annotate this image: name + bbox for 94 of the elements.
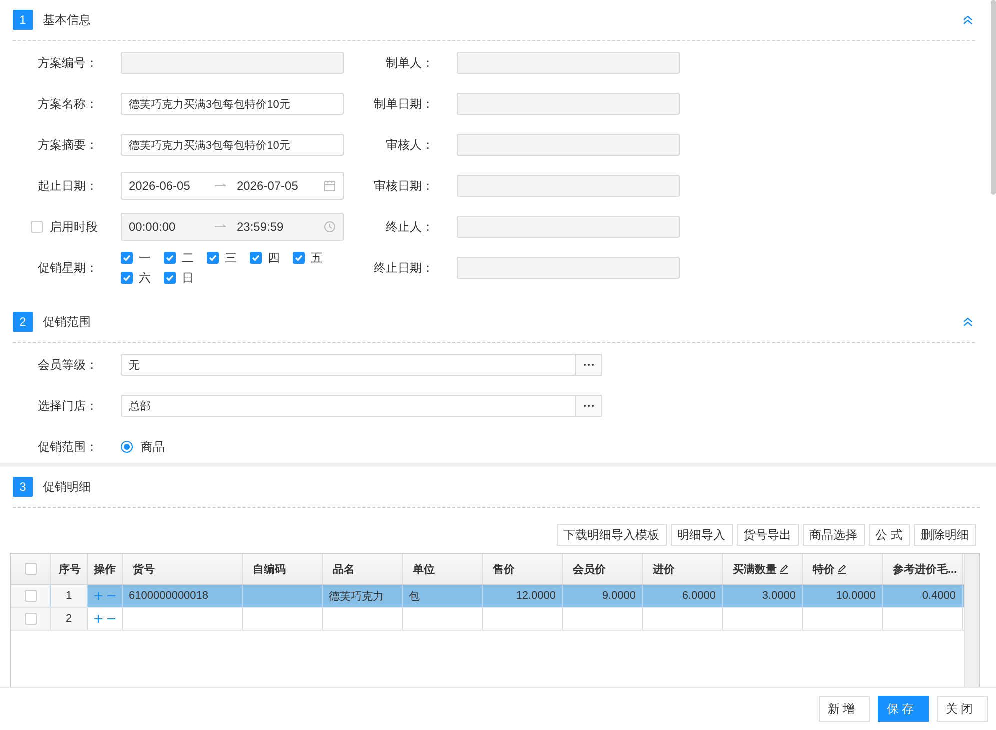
checkbox-label: 五 (311, 250, 323, 266)
scrollbar-thumb[interactable] (991, 0, 996, 195)
more-button[interactable] (576, 395, 602, 417)
column-header[interactable]: 序号 (51, 554, 88, 584)
field-label: 会员等级： (38, 356, 98, 374)
table-cell: 6.0000 (682, 590, 716, 602)
section-title: 基本信息 (43, 12, 91, 28)
footer-button[interactable]: 新增 (819, 696, 870, 722)
text-field[interactable]: 德芙巧克力买满3包每包特价10元 (121, 93, 344, 115)
collapse-icon[interactable] (963, 15, 973, 25)
checkbox-label: 三 (225, 250, 237, 266)
table-cell-text: 德芙巧克力 (329, 590, 384, 604)
field-label: 制单人： (386, 54, 434, 72)
column-header[interactable]: 参考进价毛... (883, 554, 963, 584)
table-cell: 0.4000 (922, 590, 956, 602)
checkbox[interactable] (24, 590, 36, 602)
field-label: 起止日期： (38, 178, 98, 194)
column-header[interactable]: 售价 (483, 554, 563, 584)
more-icon (582, 363, 594, 367)
toolbar-button[interactable]: 公 式 (868, 524, 910, 546)
checkbox[interactable] (24, 613, 36, 625)
field-label: 方案名称： (38, 96, 98, 112)
pencil-icon (779, 564, 789, 574)
clock-icon[interactable] (324, 221, 336, 233)
column-header[interactable]: 品名 (323, 554, 403, 584)
field-label: 审核日期： (374, 178, 434, 194)
more-button[interactable] (576, 354, 602, 376)
toolbar-button[interactable]: 下载明细导入模板 (556, 524, 667, 546)
plus-icon[interactable] (94, 614, 103, 624)
column-header[interactable]: 操作 (88, 554, 123, 584)
time-range-field[interactable]: 00:00:00 23:59:59 (121, 213, 344, 241)
arrow-icon (215, 183, 227, 189)
checkbox[interactable] (250, 252, 262, 264)
text-field[interactable]: 总部 (121, 395, 576, 417)
scrollbar[interactable] (964, 554, 979, 687)
checkbox-label: 日 (182, 270, 194, 286)
table-cell: 1 (66, 590, 72, 602)
field-label: 启用时段 (50, 218, 98, 236)
column-header[interactable]: 自编码 (243, 554, 323, 584)
collapse-icon[interactable] (963, 317, 973, 327)
radio-button[interactable] (121, 441, 133, 453)
checkbox[interactable] (164, 252, 176, 264)
section-title: 促销范围 (43, 314, 91, 330)
checkbox[interactable] (24, 563, 36, 575)
field-label: 促销范围： (38, 438, 98, 456)
table-cell: 2 (66, 613, 72, 625)
section-number: 1 (13, 10, 33, 30)
table-cell-text: 包 (409, 590, 420, 604)
checkbox[interactable] (121, 252, 133, 264)
text-field[interactable]: 德芙巧克力买满3包每包特价10元 (121, 134, 344, 156)
toolbar-button[interactable]: 删除明细 (914, 524, 976, 546)
text-field[interactable]: 无 (121, 354, 576, 376)
checkbox[interactable] (164, 272, 176, 284)
table-cell: 3.0000 (762, 590, 796, 602)
section-number: 2 (13, 312, 33, 332)
checkbox[interactable] (293, 252, 305, 264)
column-header[interactable]: 会员价 (563, 554, 643, 584)
calendar-icon[interactable] (324, 180, 336, 192)
pencil-icon (837, 564, 847, 574)
radio-label: 商品 (141, 438, 165, 456)
checkbox-label: 二 (182, 250, 194, 266)
field-label: 选择门店： (38, 398, 98, 414)
checkbox-label: 六 (139, 270, 151, 286)
column-header[interactable]: 单位 (403, 554, 483, 584)
checkbox[interactable] (207, 252, 219, 264)
field-label: 制单日期： (374, 96, 434, 112)
checkbox[interactable] (121, 272, 133, 284)
section-title: 促销明细 (43, 478, 91, 496)
checkbox-label: 四 (268, 250, 280, 266)
field-label: 方案摘要： (38, 136, 98, 154)
toolbar-button[interactable]: 货号导出 (736, 524, 799, 546)
table-cell: 10.0000 (836, 590, 876, 602)
checkbox-label: 一 (139, 250, 151, 266)
checkbox[interactable] (31, 221, 43, 233)
footer-button[interactable]: 关闭 (937, 696, 988, 722)
column-header[interactable]: 买满数量 (723, 554, 803, 584)
column-header[interactable]: 货号 (123, 554, 243, 584)
plus-icon[interactable] (94, 591, 103, 601)
column-header[interactable]: 进价 (643, 554, 723, 584)
column-header[interactable]: 特价 (803, 554, 883, 584)
toolbar-button[interactable]: 商品选择 (802, 524, 865, 546)
table-cell: 12.0000 (516, 590, 556, 602)
table-cell: 6100000000018 (129, 590, 209, 602)
arrow-icon (215, 224, 227, 230)
table-cell: 9.0000 (602, 590, 636, 602)
toolbar-button[interactable]: 明细导入 (670, 524, 733, 546)
more-icon (582, 404, 594, 408)
section-number: 3 (13, 477, 33, 497)
field-label: 方案编号： (38, 54, 98, 72)
field-label: 促销星期： (38, 260, 98, 276)
date-range-field[interactable]: 2026-06-05 2026-07-05 (121, 172, 344, 200)
field-label: 终止日期： (374, 260, 434, 276)
field-label: 审核人： (386, 136, 434, 154)
field-label: 终止人： (386, 218, 434, 236)
